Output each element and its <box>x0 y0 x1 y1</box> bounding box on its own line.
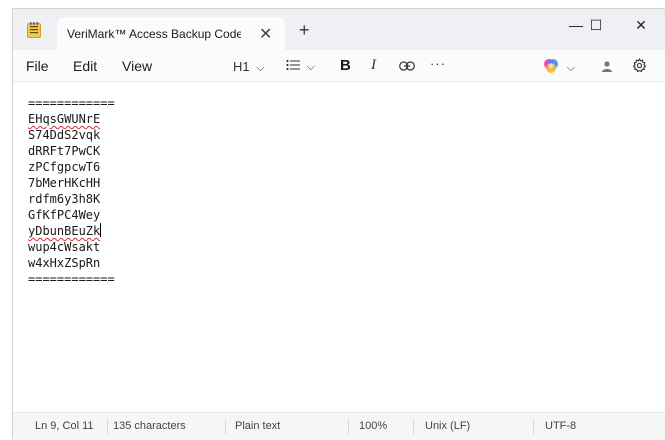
text-line: ============ <box>28 272 115 286</box>
notepad-app-icon <box>27 22 41 38</box>
status-divider <box>225 420 226 434</box>
bold-button[interactable]: B <box>340 57 351 74</box>
document-tab[interactable]: VeriMark™ Access Backup Code_2( ✕ <box>57 17 285 51</box>
document-text[interactable]: ============ EHqsGWUNrE S74DdS2vqk dRRFt… <box>28 95 115 287</box>
close-window-button[interactable]: ✕ <box>618 9 664 41</box>
status-divider <box>107 420 108 434</box>
list-dropdown[interactable]: ⌵ <box>286 58 315 74</box>
character-count: 135 characters <box>113 420 186 432</box>
maximize-button[interactable]: ☐ <box>573 9 619 41</box>
status-divider <box>348 420 349 434</box>
text-line: EHqsGWUNrE <box>28 112 101 126</box>
zoom-level[interactable]: 100% <box>359 420 387 432</box>
tab-title: VeriMark™ Access Backup Code_2( <box>67 27 241 41</box>
menu-bar: File Edit View H1 ⌵ ⌵ B I ··· ⌵ <box>13 50 665 82</box>
italic-button[interactable]: I <box>371 57 376 74</box>
link-icon[interactable] <box>399 61 415 71</box>
copilot-icon <box>544 59 558 73</box>
chevron-down-icon: ⌵ <box>566 62 575 74</box>
notepad-window: VeriMark™ Access Backup Code_2( ✕ + — ☐ … <box>12 8 665 440</box>
text-format[interactable]: Plain text <box>235 420 280 432</box>
cursor-position: Ln 9, Col 11 <box>35 420 94 432</box>
bulleted-list-icon <box>286 59 300 71</box>
text-line: rdfm6y3h8K <box>28 192 101 206</box>
text-line: zPCfgpcwT6 <box>28 160 101 174</box>
text-line-content: yDbunBEuZk <box>28 224 101 238</box>
close-icon: ✕ <box>635 16 647 33</box>
text-line: wup4cWsakt <box>28 240 101 254</box>
text-editor-area[interactable]: ============ EHqsGWUNrE S74DdS2vqk dRRFt… <box>13 82 665 412</box>
text-line: S74DdS2vqk <box>28 128 101 142</box>
status-bar: Ln 9, Col 11 135 characters Plain text 1… <box>13 412 665 440</box>
tab-close-icon[interactable]: ✕ <box>259 24 272 44</box>
encoding[interactable]: UTF-8 <box>545 420 576 432</box>
text-line: GfKfPC4Wey <box>28 208 101 222</box>
new-tab-button[interactable]: + <box>299 21 310 39</box>
menu-view[interactable]: View <box>122 58 152 74</box>
account-icon[interactable] <box>601 60 613 72</box>
chevron-down-icon: ⌵ <box>256 62 265 74</box>
text-line: dRRFt7PwCK <box>28 144 101 158</box>
menu-file[interactable]: File <box>26 58 49 74</box>
text-line: 7bMerHKcHH <box>28 176 101 190</box>
text-line: w4xHxZSpRn <box>28 256 101 270</box>
maximize-icon: ☐ <box>589 16 603 33</box>
heading-dropdown[interactable]: H1 ⌵ <box>233 59 265 75</box>
text-line-active: yDbunBEuZk <box>28 223 115 239</box>
status-divider <box>413 420 414 434</box>
status-divider <box>533 420 534 434</box>
text-caret <box>100 223 102 237</box>
menu-edit[interactable]: Edit <box>73 58 97 74</box>
chevron-down-icon: ⌵ <box>306 61 315 73</box>
heading-label: H1 <box>233 59 250 74</box>
copilot-button[interactable]: ⌵ <box>543 58 575 75</box>
settings-gear-icon[interactable] <box>632 58 647 73</box>
line-endings[interactable]: Unix (LF) <box>425 420 470 432</box>
more-options-button[interactable]: ··· <box>430 56 446 71</box>
title-bar: VeriMark™ Access Backup Code_2( ✕ + — ☐ … <box>13 9 665 51</box>
text-line: ============ <box>28 96 115 110</box>
